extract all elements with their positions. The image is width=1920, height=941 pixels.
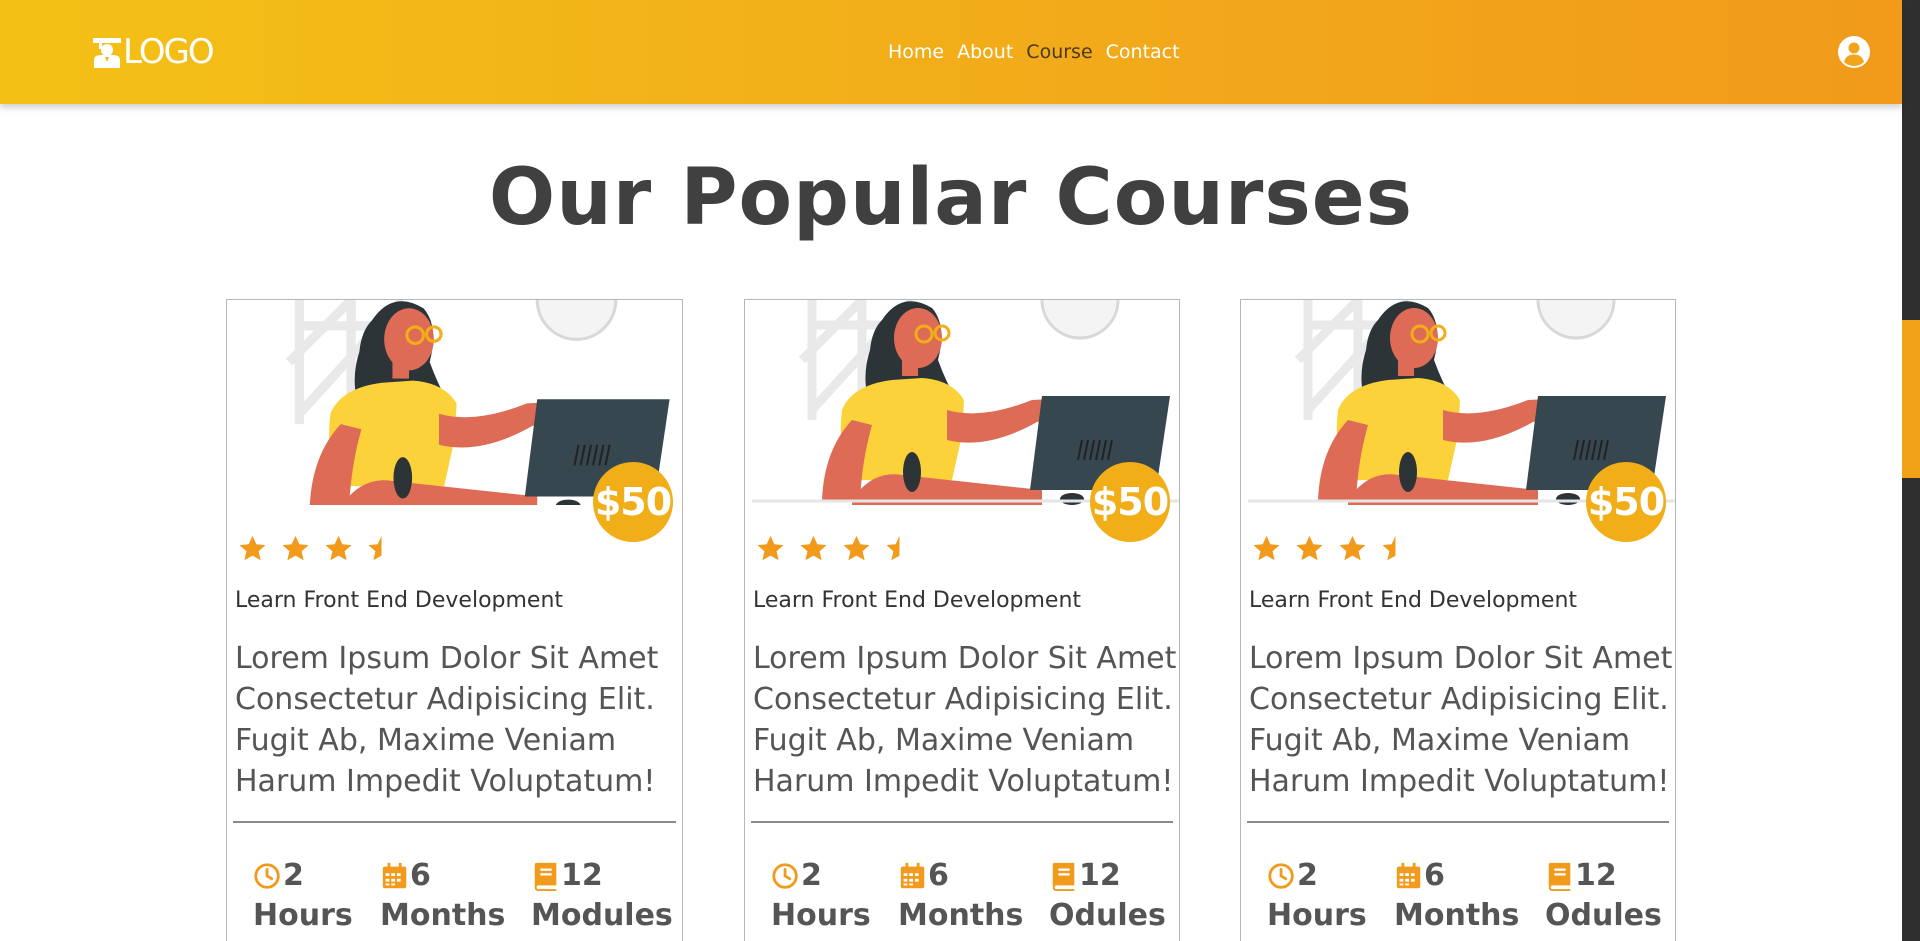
star-half-icon: [1382, 535, 1396, 561]
stat-months: 6 Months: [898, 856, 1023, 936]
stat-value: 2: [1297, 858, 1318, 893]
card-divider: [751, 821, 1173, 823]
star-icon: [239, 535, 266, 561]
stat-value: 2: [801, 858, 822, 893]
course-name[interactable]: Learn Front End Development: [753, 587, 1081, 615]
nav-home[interactable]: Home: [888, 40, 944, 64]
site-header: LOGO Home About Course Contact: [0, 0, 1902, 104]
stat-label: Hours: [253, 898, 353, 933]
book-icon: [1052, 862, 1075, 891]
calendar-icon: [900, 862, 925, 889]
course-card[interactable]: $50 Learn Front End Development Lorem Ip…: [1240, 299, 1676, 941]
calendar-icon: [1396, 862, 1421, 889]
main-nav: Home About Course Contact: [888, 40, 1180, 64]
star-icon: [800, 535, 827, 561]
nav-course[interactable]: Course: [1026, 40, 1092, 64]
stat-modules: 12 Odules: [1049, 856, 1166, 936]
stat-label: Months: [380, 898, 506, 933]
star-rating: [1251, 534, 1411, 564]
course-card[interactable]: $50 Learn Front End Development Lorem Ip…: [226, 299, 683, 941]
star-icon: [757, 535, 784, 561]
page-scrollbar[interactable]: [1902, 0, 1920, 941]
book-icon: [1548, 862, 1571, 891]
calendar-icon: [382, 862, 407, 889]
user-account-icon[interactable]: [1838, 36, 1870, 68]
card-divider: [1247, 821, 1669, 823]
scrollbar-thumb[interactable]: [1902, 320, 1920, 478]
star-rating: [237, 534, 397, 564]
stat-label: Months: [898, 898, 1024, 933]
star-half-icon: [368, 535, 382, 561]
course-name[interactable]: Learn Front End Development: [1249, 587, 1577, 615]
price-badge: $50: [1586, 462, 1666, 542]
book-icon: [534, 862, 557, 891]
course-description: Lorem Ipsum Dolor Sit Amet Consectetur A…: [753, 641, 1177, 799]
stat-modules: 12 Odules: [1545, 856, 1662, 936]
stat-value: 6: [1424, 858, 1445, 893]
stat-value: 2: [283, 858, 304, 893]
stat-value: 6: [928, 858, 949, 893]
price-badge: $50: [593, 462, 673, 542]
stat-modules: 12 Modules: [531, 856, 673, 936]
card-divider: [233, 821, 676, 823]
stat-label: Hours: [1267, 898, 1367, 933]
stat-label: Hours: [771, 898, 871, 933]
stat-label: Odules: [1049, 898, 1166, 933]
stat-label: Months: [1394, 898, 1520, 933]
course-card[interactable]: $50 Learn Front End Development Lorem Ip…: [744, 299, 1180, 941]
stat-duration: 2 Hours: [1267, 856, 1367, 936]
clock-icon: [254, 863, 280, 889]
star-icon: [843, 535, 870, 561]
stat-label: Modules: [531, 898, 673, 933]
star-half-icon: [886, 535, 900, 561]
stat-value: 12: [561, 858, 603, 893]
stat-label: Odules: [1545, 898, 1662, 933]
logo-text: LOGO: [123, 32, 215, 72]
course-description: Lorem Ipsum Dolor Sit Amet Consectetur A…: [1249, 641, 1673, 799]
star-rating: [755, 534, 915, 564]
stat-duration: 2 Hours: [771, 856, 871, 936]
stat-value: 6: [410, 858, 431, 893]
stat-duration: 2 Hours: [253, 856, 353, 936]
star-icon: [282, 535, 309, 561]
stat-value: 12: [1079, 858, 1121, 893]
clock-icon: [1268, 863, 1294, 889]
page-title: Our Popular Courses: [488, 153, 1414, 243]
stat-months: 6 Months: [380, 856, 505, 936]
price-badge: $50: [1090, 462, 1170, 542]
logo[interactable]: LOGO: [92, 32, 215, 72]
course-description: Lorem Ipsum Dolor Sit Amet Consectetur A…: [235, 641, 659, 799]
stat-months: 6 Months: [1394, 856, 1519, 936]
nav-about[interactable]: About: [957, 40, 1013, 64]
nav-contact[interactable]: Contact: [1106, 40, 1180, 64]
star-icon: [1253, 535, 1280, 561]
star-icon: [1296, 535, 1323, 561]
stat-value: 12: [1575, 858, 1617, 893]
star-icon: [1339, 535, 1366, 561]
star-icon: [325, 535, 352, 561]
graduate-icon: [93, 38, 121, 68]
clock-icon: [772, 863, 798, 889]
course-name[interactable]: Learn Front End Development: [235, 587, 563, 615]
